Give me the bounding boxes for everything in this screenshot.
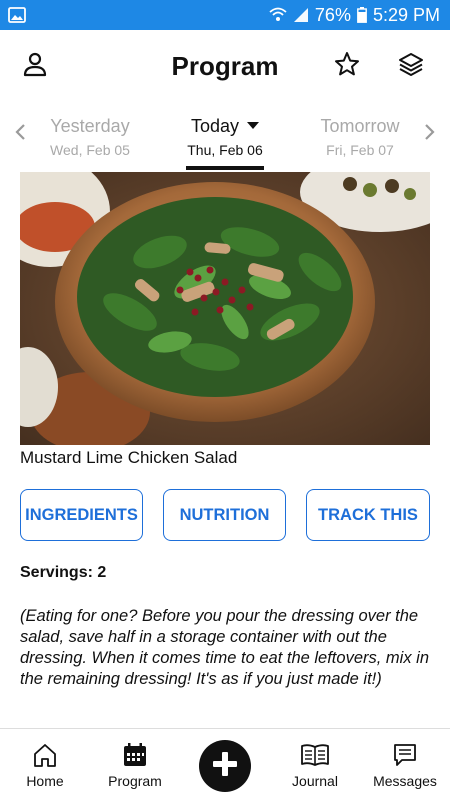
active-tab-indicator bbox=[186, 166, 264, 170]
recipe-note: (Eating for one? Before you pour the dre… bbox=[20, 607, 429, 688]
tomorrow-date: Fri, Feb 07 bbox=[326, 142, 394, 158]
book-icon bbox=[300, 741, 330, 769]
layers-icon bbox=[398, 51, 424, 82]
add-button[interactable] bbox=[199, 740, 251, 792]
nutrition-button[interactable]: NUTRITION bbox=[163, 489, 286, 541]
user-icon bbox=[22, 51, 48, 82]
nav-journal-label: Journal bbox=[292, 773, 338, 789]
ingredients-button[interactable]: INGREDIENTS bbox=[20, 489, 143, 541]
today-date: Thu, Feb 06 bbox=[187, 142, 263, 158]
page-title: Program bbox=[171, 50, 279, 81]
servings-value: 2 bbox=[97, 564, 107, 581]
status-bar: 76% 5:29 PM bbox=[0, 0, 450, 30]
yesterday-date: Wed, Feb 05 bbox=[50, 142, 130, 158]
servings: Servings: 2 bbox=[20, 564, 106, 582]
layers-button[interactable] bbox=[393, 48, 429, 84]
tab-tomorrow[interactable]: Tomorrow Fri, Feb 07 bbox=[290, 114, 430, 160]
calendar-icon bbox=[122, 741, 148, 769]
clock: 5:29 PM bbox=[372, 4, 440, 25]
nav-messages-label: Messages bbox=[373, 773, 437, 789]
image-notification-icon bbox=[8, 7, 26, 23]
tomorrow-label: Tomorrow bbox=[320, 116, 400, 136]
app-bar: Program bbox=[0, 30, 450, 102]
nav-journal[interactable]: Journal bbox=[270, 729, 360, 800]
home-icon bbox=[32, 741, 58, 769]
signal-icon bbox=[293, 7, 309, 23]
nav-messages[interactable]: Messages bbox=[360, 729, 450, 800]
profile-button[interactable] bbox=[17, 48, 53, 84]
chevron-right-icon bbox=[424, 123, 436, 146]
nav-home-label: Home bbox=[26, 773, 64, 789]
nav-program-label: Program bbox=[108, 773, 162, 789]
recipe-photo bbox=[20, 172, 430, 445]
favorite-button[interactable] bbox=[329, 48, 365, 84]
nav-program[interactable]: Program bbox=[90, 729, 180, 800]
servings-label: Servings: bbox=[20, 564, 93, 581]
message-icon bbox=[392, 741, 418, 769]
tab-yesterday[interactable]: Yesterday Wed, Feb 05 bbox=[20, 114, 160, 160]
track-this-button[interactable]: TRACK THIS bbox=[306, 489, 430, 541]
recipe-title: Mustard Lime Chicken Salad bbox=[20, 448, 238, 467]
wifi-icon bbox=[269, 7, 287, 23]
battery-percent: 76% bbox=[314, 4, 351, 25]
star-icon bbox=[334, 51, 360, 82]
yesterday-label: Yesterday bbox=[50, 116, 130, 136]
next-day-button[interactable] bbox=[420, 123, 440, 146]
date-navigator: Yesterday Wed, Feb 05 Today Thu, Feb 06 … bbox=[0, 102, 450, 170]
tab-today[interactable]: Today Thu, Feb 06 bbox=[155, 114, 295, 170]
battery-icon bbox=[357, 7, 367, 23]
today-label: Today bbox=[190, 116, 240, 136]
plus-icon bbox=[210, 749, 240, 784]
nav-home[interactable]: Home bbox=[0, 729, 90, 800]
caret-down-icon bbox=[247, 121, 260, 129]
